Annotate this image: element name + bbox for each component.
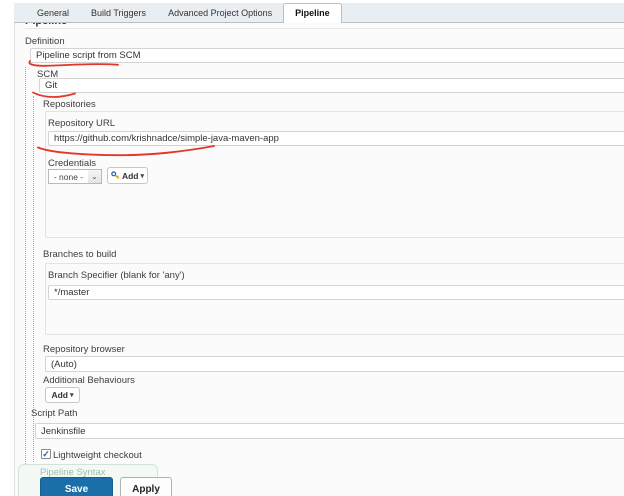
credentials-add-button[interactable]: Add ▾ bbox=[107, 167, 148, 184]
branch-specifier-label: Branch Specifier (blank for 'any') bbox=[48, 270, 185, 281]
additional-behaviours-add-label: Add bbox=[51, 390, 68, 400]
chevron-down-icon[interactable]: ⌄ bbox=[88, 169, 102, 184]
repositories-label: Repositories bbox=[43, 99, 96, 110]
repository-url-label: Repository URL bbox=[48, 118, 115, 129]
script-path-label: Script Path bbox=[31, 408, 77, 419]
nesting-guide-level1 bbox=[25, 67, 26, 478]
key-icon bbox=[111, 171, 120, 180]
credentials-select[interactable]: - none - bbox=[48, 169, 89, 184]
additional-behaviours-add-button[interactable]: Add ▾ bbox=[45, 387, 80, 403]
definition-label: Definition bbox=[25, 36, 65, 47]
credentials-select-value: - none - bbox=[54, 172, 83, 182]
script-path-input[interactable] bbox=[35, 423, 624, 439]
tab-general[interactable]: General bbox=[26, 3, 80, 22]
additional-behaviours-label: Additional Behaviours bbox=[43, 375, 135, 386]
repository-browser-label: Repository browser bbox=[43, 344, 125, 355]
heading-divider bbox=[25, 28, 624, 29]
tab-build-triggers[interactable]: Build Triggers bbox=[80, 3, 157, 22]
branches-to-build-label: Branches to build bbox=[43, 249, 116, 260]
scm-select[interactable]: Git bbox=[39, 78, 624, 93]
caret-down-icon: ▾ bbox=[70, 391, 74, 399]
lightweight-checkout-label: Lightweight checkout bbox=[53, 450, 142, 461]
branch-specifier-input[interactable] bbox=[48, 285, 624, 300]
repository-browser-value: (Auto) bbox=[51, 358, 77, 371]
tab-advanced-project-options[interactable]: Advanced Project Options bbox=[157, 3, 283, 22]
apply-button[interactable]: Apply bbox=[120, 477, 172, 496]
scm-select-value: Git bbox=[45, 79, 57, 92]
save-button[interactable]: Save bbox=[40, 477, 113, 496]
tab-pipeline[interactable]: Pipeline bbox=[283, 3, 342, 23]
repository-url-input[interactable] bbox=[48, 131, 624, 146]
credentials-add-label: Add bbox=[122, 171, 139, 181]
lightweight-checkout-checkbox[interactable]: ✓ bbox=[41, 449, 51, 459]
repository-browser-select[interactable]: (Auto) bbox=[45, 356, 624, 372]
check-icon: ✓ bbox=[42, 449, 50, 459]
config-tabbar: General Build Triggers Advanced Project … bbox=[14, 3, 624, 23]
definition-select[interactable]: Pipeline script from SCM bbox=[30, 48, 624, 63]
credentials-label: Credentials bbox=[48, 158, 96, 169]
caret-down-icon: ▾ bbox=[141, 172, 145, 180]
jenkins-config-page: Pipeline General Build Triggers Advanced… bbox=[0, 0, 624, 496]
definition-select-value: Pipeline script from SCM bbox=[36, 49, 141, 62]
